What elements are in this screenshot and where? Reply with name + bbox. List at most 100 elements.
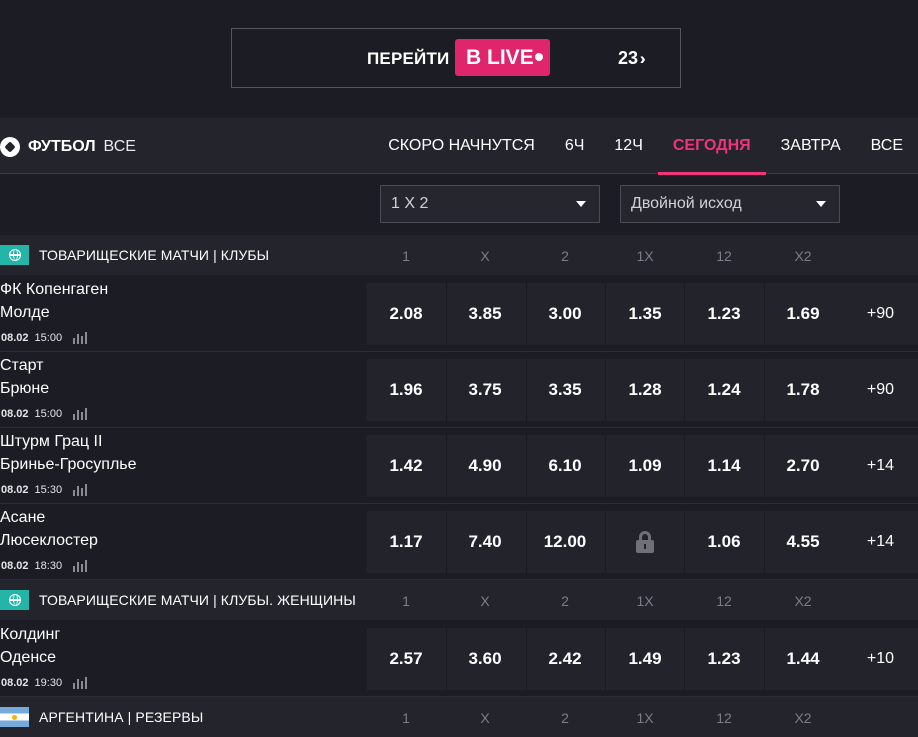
- more-markets-button[interactable]: +90: [843, 359, 918, 421]
- tab-3[interactable]: СЕГОДНЯ: [657, 118, 766, 175]
- match-date: 08.02: [1, 560, 29, 572]
- odd-X2[interactable]: 4.55: [763, 511, 843, 573]
- team-away[interactable]: Оденсе: [0, 649, 56, 667]
- match-time: 19:30: [34, 677, 63, 689]
- stat-bar: [85, 408, 88, 420]
- statistics-icon[interactable]: [73, 484, 88, 496]
- team-away[interactable]: Молде: [0, 304, 50, 322]
- column-header-1: 1: [402, 248, 410, 264]
- odd-1[interactable]: 2.57: [366, 628, 446, 690]
- match-time: 15:00: [34, 408, 63, 420]
- league-header[interactable]: ТОВАРИЩЕСКИЕ МАТЧИ | КЛУБЫ. ЖЕНЩИНЫ 1 X 2 1X…: [0, 580, 918, 620]
- column-header-1X: 1X: [636, 248, 654, 264]
- odd-1[interactable]: 1.42: [366, 435, 446, 497]
- odd-X[interactable]: 3.75: [445, 359, 525, 421]
- odd-X2[interactable]: 1.78: [763, 359, 843, 421]
- live-badge: В LIVE: [455, 39, 550, 76]
- column-header-12: 12: [716, 248, 732, 264]
- time-filter-tabs: СКОРО НАЧНУТСЯ 6Ч 12Ч СЕГОДНЯ ЗАВТРА ВСЕ: [373, 118, 918, 175]
- stat-bar: [77, 486, 80, 496]
- market-select-1x2[interactable]: 1 X 2: [380, 185, 600, 223]
- statistics-icon[interactable]: [73, 560, 88, 572]
- stat-bar: [77, 679, 80, 689]
- stat-bar: [77, 562, 80, 572]
- odd-X2[interactable]: 1.44: [763, 628, 843, 690]
- odd-2[interactable]: 6.10: [525, 435, 605, 497]
- team-home[interactable]: Колдинг: [0, 626, 60, 644]
- league-name: ТОВАРИЩЕСКИЕ МАТЧИ | КЛУБЫ: [39, 247, 270, 263]
- odd-12[interactable]: 1.24: [684, 359, 764, 421]
- odd-X[interactable]: 3.85: [445, 283, 525, 345]
- odd-12[interactable]: 1.14: [684, 435, 764, 497]
- column-header-X2: X2: [794, 593, 812, 609]
- stat-bar: [85, 560, 88, 572]
- odd-12[interactable]: 1.06: [684, 511, 764, 573]
- globe-icon: [0, 245, 29, 265]
- odd-1X[interactable]: 1.35: [605, 283, 685, 345]
- stat-bar: [77, 410, 80, 420]
- globe-glyph: [8, 249, 21, 261]
- odd-1[interactable]: 2.08: [366, 283, 446, 345]
- stat-bar: [81, 488, 84, 496]
- odd-2[interactable]: 2.42: [525, 628, 605, 690]
- match-date: 08.02: [1, 484, 29, 496]
- column-header-X: X: [480, 710, 490, 726]
- odd-X2[interactable]: 2.70: [763, 435, 843, 497]
- column-header-12: 12: [716, 593, 732, 609]
- odd-12[interactable]: 1.23: [684, 628, 764, 690]
- sport-title[interactable]: ФУТБОЛ ВСЕ: [0, 137, 136, 157]
- match-time: 15:00: [34, 332, 63, 344]
- match-row: Старт Брюне 08.02 15:00 1.96 3.75 3.35 1.28 1.24…: [0, 352, 918, 428]
- odd-1X[interactable]: 1.09: [605, 435, 685, 497]
- market-select-double-chance[interactable]: Двойной исход: [620, 185, 840, 223]
- column-header-12: 12: [716, 710, 732, 726]
- team-home[interactable]: Старт: [0, 357, 43, 375]
- team-home[interactable]: Штурм Грац II: [0, 433, 102, 451]
- tab-4[interactable]: ЗАВТРА: [766, 118, 856, 174]
- odd-1[interactable]: 1.17: [366, 511, 446, 573]
- statistics-icon[interactable]: [73, 408, 88, 420]
- odd-X[interactable]: 4.90: [445, 435, 525, 497]
- column-header-X: X: [480, 248, 490, 264]
- odd-X2[interactable]: 1.69: [763, 283, 843, 345]
- stat-bar: [73, 490, 76, 496]
- globe-glyph: [8, 594, 21, 606]
- soccer-ball-icon: [0, 137, 20, 157]
- more-markets-button[interactable]: +14: [843, 435, 918, 497]
- tab-2[interactable]: 12Ч: [599, 118, 657, 174]
- statistics-icon[interactable]: [73, 332, 88, 344]
- stat-bar: [73, 414, 76, 420]
- team-home[interactable]: Асане: [0, 509, 45, 527]
- tab-0[interactable]: СКОРО НАЧНУТСЯ: [373, 118, 550, 174]
- stat-bar: [73, 338, 76, 344]
- league-header[interactable]: ТОВАРИЩЕСКИЕ МАТЧИ | КЛУБЫ 1 X 2 1X 12 X2: [0, 235, 918, 275]
- odd-X[interactable]: 7.40: [445, 511, 525, 573]
- odd-12[interactable]: 1.23: [684, 283, 764, 345]
- more-markets-button[interactable]: +10: [843, 628, 918, 690]
- odd-1X[interactable]: 1.28: [605, 359, 685, 421]
- market-select-value: Двойной исход: [631, 195, 742, 212]
- odd-2[interactable]: 3.35: [525, 359, 605, 421]
- team-away[interactable]: Брюне: [0, 380, 49, 398]
- odd-locked: [605, 511, 685, 573]
- team-away[interactable]: Люсеклостер: [0, 532, 98, 550]
- odd-1[interactable]: 1.96: [366, 359, 446, 421]
- match-time: 15:30: [34, 484, 63, 496]
- odd-2[interactable]: 3.00: [525, 283, 605, 345]
- stat-bar: [81, 564, 84, 572]
- odd-2[interactable]: 12.00: [525, 511, 605, 573]
- league-header[interactable]: АРГЕНТИНА | РЕЗЕРВЫ 1 X 2 1X 12 X2: [0, 697, 918, 737]
- match-datetime: 08.02 15:00: [1, 408, 88, 420]
- tab-1[interactable]: 6Ч: [550, 118, 600, 174]
- more-markets-button[interactable]: +14: [843, 511, 918, 573]
- lock-icon: [636, 531, 654, 553]
- tab-5[interactable]: ВСЕ: [856, 118, 918, 174]
- more-markets-button[interactable]: +90: [843, 283, 918, 345]
- odd-1X[interactable]: 1.49: [605, 628, 685, 690]
- odd-X[interactable]: 3.60: [445, 628, 525, 690]
- team-home[interactable]: ФК Копенгаген: [0, 281, 108, 299]
- team-away[interactable]: Бринье-Гросуплье: [0, 456, 137, 474]
- statistics-icon[interactable]: [73, 677, 88, 689]
- go-to-live-banner[interactable]: ПЕРЕЙТИ В LIVE 23 ››: [231, 28, 681, 88]
- match-datetime: 08.02 15:00: [1, 332, 88, 344]
